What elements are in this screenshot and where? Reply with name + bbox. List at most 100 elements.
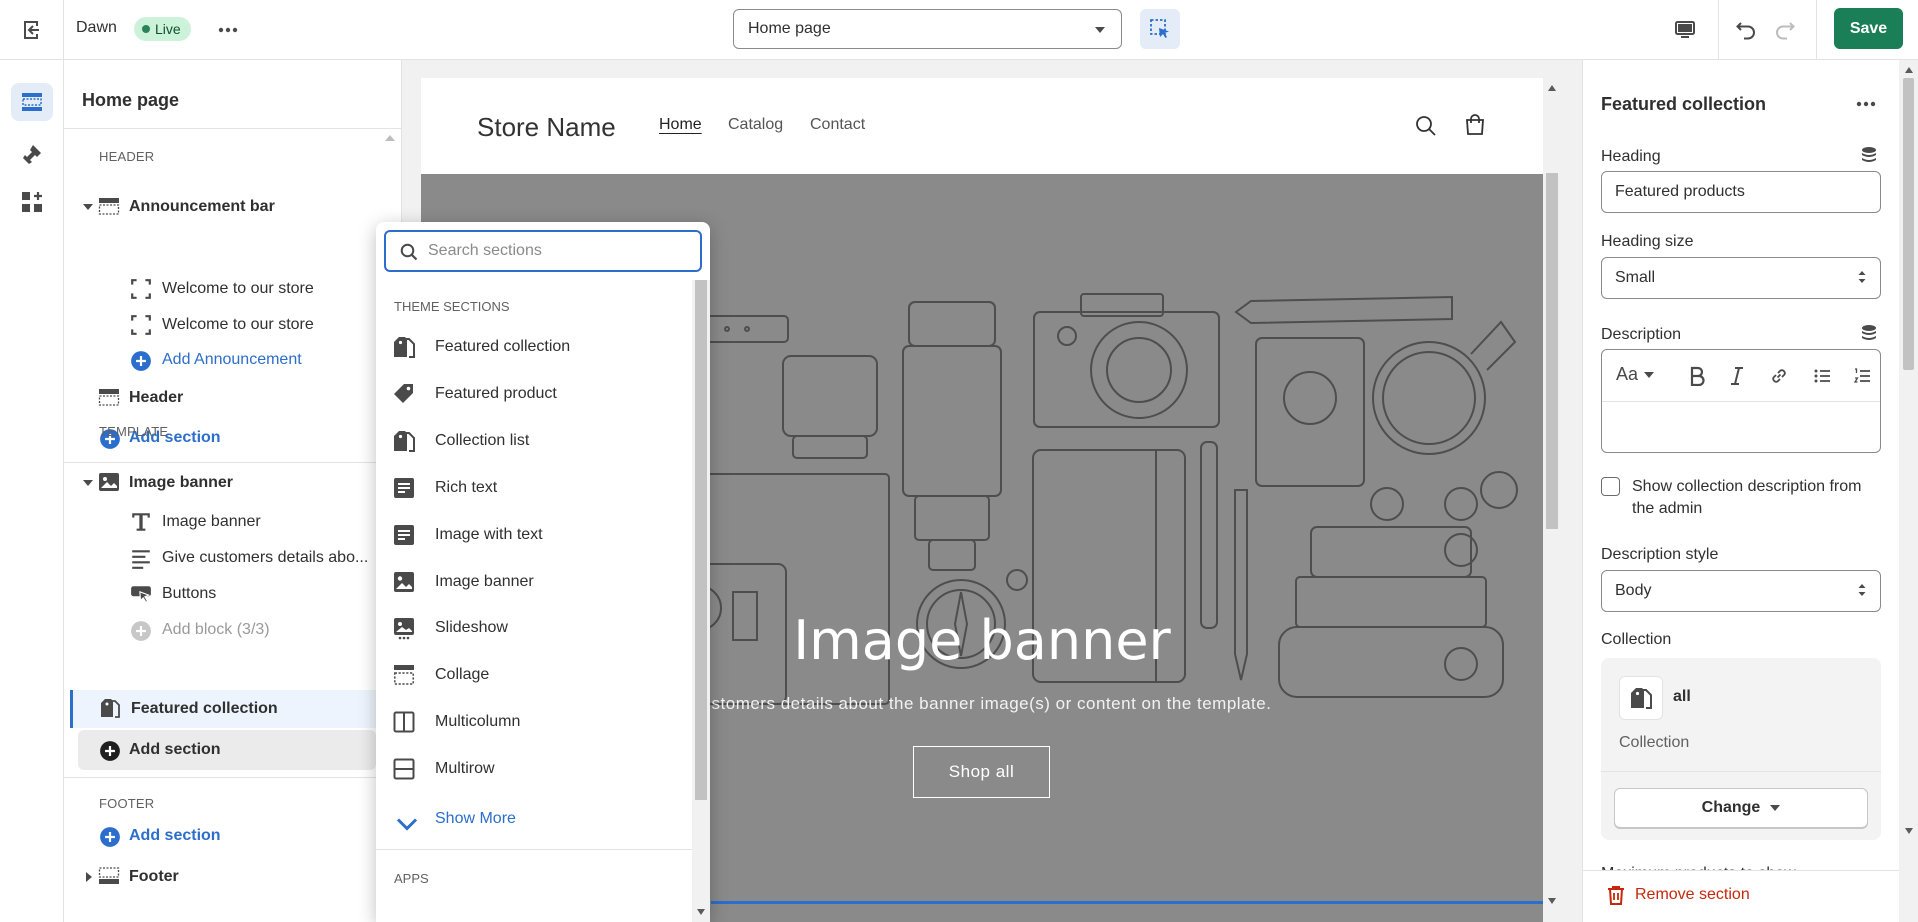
add-section-label: Add section [129,827,221,844]
add-announcement-button[interactable]: Add Announcement [78,342,378,378]
sidebar-item-announcement-bar[interactable]: Announcement bar [78,189,378,225]
plus-circle-icon [131,351,151,371]
settings-panel-scrollbar[interactable] [1899,60,1918,922]
show-collection-description-checkbox[interactable] [1601,477,1620,496]
search-sections-input[interactable] [428,242,688,260]
search-icon[interactable] [1412,112,1440,140]
section-option-featured-product[interactable]: Featured product [392,377,692,411]
description-rich-text-editor[interactable]: Aa [1601,349,1881,453]
change-button-label: Change [1701,799,1761,816]
sidebar-item-block-image-banner[interactable]: Image banner [78,504,378,540]
preview-scrollbar[interactable] [1543,78,1561,922]
paragraph-icon [132,550,150,569]
section-option-label: Multirow [435,760,495,777]
scroll-up-arrow-icon[interactable] [1547,84,1557,92]
section-option-rich-text[interactable]: Rich text [392,471,692,505]
image-with-text-icon [394,525,414,545]
sidebar-item-block-text[interactable]: Give customers details abo... [78,540,378,576]
cart-icon[interactable] [1461,111,1489,139]
preview-scroll-thumb[interactable] [1546,173,1558,529]
theme-settings-brush-icon[interactable] [18,140,46,168]
sidebar-item-header[interactable]: Header [78,380,378,416]
plus-circle-icon [131,621,151,641]
app-embeds-icon[interactable] [18,188,46,216]
heading-size-label: Heading size [1601,233,1694,250]
numbered-list-icon[interactable] [1853,367,1871,385]
section-option-multirow[interactable]: Multirow [392,752,692,786]
popover-scroll-thumb[interactable] [695,280,707,800]
bold-icon[interactable] [1688,366,1706,386]
selected-section-outline [711,901,1543,904]
remove-section-button[interactable]: Remove section [1607,885,1750,905]
heading-field-value: Featured products [1615,183,1745,200]
sidebar-item-footer[interactable]: Footer [78,859,378,895]
collapse-arrow-icon[interactable] [83,204,93,210]
show-more-button[interactable]: Show More [392,802,692,836]
collapse-arrow-icon[interactable] [83,480,93,486]
section-option-label: Rich text [435,479,498,496]
scroll-down-arrow-icon[interactable] [1547,897,1557,905]
font-style-dropdown[interactable]: Aa [1616,364,1655,385]
sections-icon[interactable] [11,83,53,121]
section-option-featured-collection[interactable]: Featured collection [392,330,692,364]
scroll-down-arrow-icon[interactable] [696,908,706,916]
section-option-image-with-text[interactable]: Image with text [392,518,692,552]
add-section-button-template[interactable]: Add section [78,730,376,770]
shop-all-button[interactable]: Shop all [913,746,1050,798]
link-icon[interactable] [1770,367,1788,385]
add-section-popover: Theme sections Featured collection Featu… [376,222,710,922]
nav-link-home[interactable]: Home [659,116,702,134]
italic-icon[interactable] [1730,366,1744,386]
redo-icon[interactable] [1770,14,1800,44]
section-layout-icon [98,867,120,884]
heading-field[interactable]: Featured products [1601,171,1881,213]
save-button[interactable]: Save [1834,8,1903,49]
heading-size-select[interactable]: Small [1601,257,1881,299]
desktop-view-icon[interactable] [1670,15,1700,45]
popover-scrollbar[interactable] [692,280,710,922]
sidebar-item-block-buttons[interactable]: Buttons [78,576,378,612]
text-block-icon [394,478,414,498]
inspector-cursor-icon[interactable] [1140,9,1180,49]
dynamic-source-icon[interactable] [1860,146,1878,166]
section-option-multicolumn[interactable]: Multicolumn [392,705,692,739]
more-options-icon[interactable] [214,16,242,44]
bullet-list-icon[interactable] [1813,367,1831,385]
collection-tag-icon [1619,676,1663,720]
search-sections-field[interactable] [384,230,702,272]
add-block-label: Add block (3/3) [162,621,270,638]
exit-icon[interactable] [18,17,44,43]
sidebar-item-announcement-1[interactable]: Welcome to our store [78,271,378,307]
expand-arrow-icon[interactable] [86,872,92,882]
scroll-up-arrow-icon[interactable] [1904,66,1914,74]
description-label: Description [1601,326,1682,343]
description-style-select[interactable]: Body [1601,570,1881,612]
sidebar-item-label: Give customers details abo... [162,549,369,566]
section-layout-icon [98,198,120,215]
section-option-slideshow[interactable]: Slideshow [392,611,692,645]
sidebar-item-image-banner[interactable]: Image banner [78,465,378,501]
page-select-dropdown[interactable]: Home page [733,9,1122,49]
collection-name: all [1673,688,1691,705]
undo-icon[interactable] [1731,14,1761,44]
section-option-label: Featured collection [435,338,571,355]
sidebar-item-label: Footer [129,868,179,885]
settings-scroll-thumb[interactable] [1903,78,1914,370]
section-option-collection-list[interactable]: Collection list [392,424,692,458]
sidebar-item-featured-collection[interactable]: Featured collection [70,690,376,728]
left-rail [0,60,64,922]
scroll-up-arrow-icon[interactable] [385,135,395,141]
more-options-icon[interactable] [1852,92,1880,116]
dynamic-source-icon[interactable] [1860,324,1878,344]
section-option-image-banner[interactable]: Image banner [392,565,692,599]
scroll-down-arrow-icon[interactable] [1904,827,1914,835]
nav-link-contact[interactable]: Contact [810,116,865,134]
add-section-button-footer[interactable]: Add section [78,818,378,854]
add-section-label: Add section [129,741,221,758]
change-collection-button[interactable]: Change [1614,788,1868,828]
apps-label: Apps [394,871,429,886]
section-option-collage[interactable]: Collage [392,658,692,692]
collection-picker-card: all Collection Change [1601,658,1881,840]
nav-link-catalog[interactable]: Catalog [728,116,783,134]
sidebar-item-announcement-2[interactable]: Welcome to our store [78,307,378,343]
